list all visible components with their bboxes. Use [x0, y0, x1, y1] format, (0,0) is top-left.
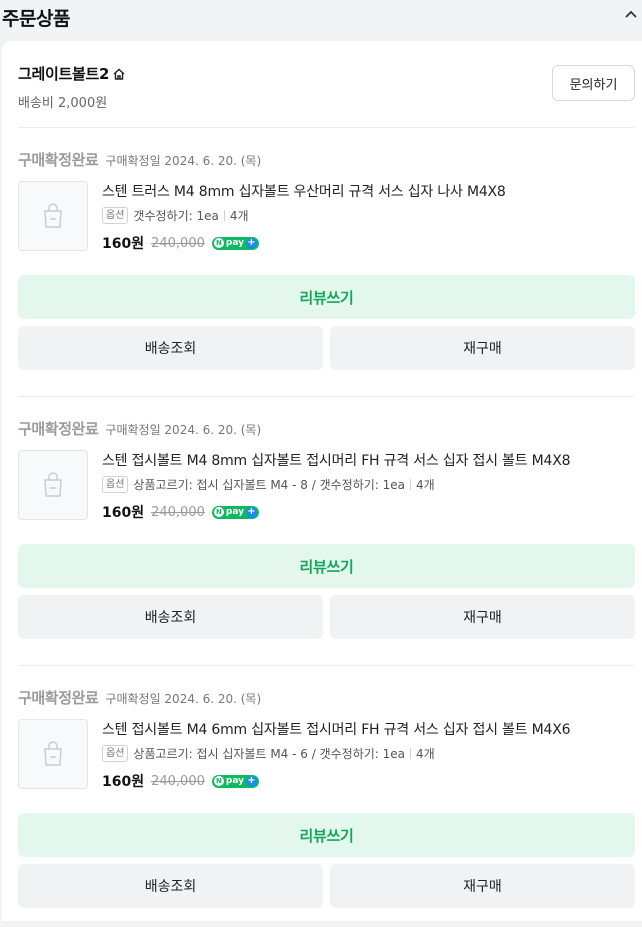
plus-icon: +: [245, 775, 257, 787]
npay-text: pay: [225, 507, 244, 517]
option-badge: 옵션: [102, 476, 129, 493]
option-text: 상품고르기: 접시 십자볼트 M4 - 6 / 갯수정하기: 1ea: [133, 747, 406, 761]
shopping-bag-icon: [44, 203, 62, 228]
npay-n-icon: N: [213, 238, 224, 248]
option-badge: 옵션: [102, 745, 129, 762]
write-review-button[interactable]: 리뷰쓰기: [18, 813, 635, 857]
order-status: 구매확정완료: [18, 151, 99, 169]
rebuy-button[interactable]: 재구매: [330, 326, 635, 370]
price-line: 160원 240,000 N pay +: [102, 233, 259, 253]
option-line: 옵션 갯수정하기: 1ea 4개: [102, 207, 249, 224]
inquiry-button[interactable]: 문의하기: [552, 65, 635, 101]
section-title: 주문상품: [2, 7, 70, 30]
order-status: 구매확정완료: [18, 420, 99, 438]
store-name[interactable]: 그레이트볼트2: [18, 63, 638, 84]
order-status: 구매확정완료: [18, 689, 99, 707]
status-line: 구매확정완료 구매확정일 2024. 6. 20. (목): [18, 687, 261, 707]
divider: [18, 396, 634, 397]
track-delivery-button[interactable]: 배송조회: [18, 326, 323, 370]
option-line: 옵션 상품고르기: 접시 십자볼트 M4 - 8 / 갯수정하기: 1ea 4개: [102, 476, 435, 493]
option-separator: [410, 748, 412, 759]
original-price: 240,000: [151, 773, 205, 789]
plus-icon: +: [245, 237, 257, 249]
option-line: 옵션 상품고르기: 접시 십자볼트 M4 - 6 / 갯수정하기: 1ea 4개: [102, 745, 435, 762]
option-badge: 옵션: [102, 207, 129, 224]
price-line: 160원 240,000 N pay +: [102, 502, 259, 522]
option-text: 갯수정하기: 1ea: [133, 209, 219, 223]
divider: [18, 127, 634, 128]
npay-n-icon: N: [213, 776, 224, 786]
confirm-date: 구매확정일 2024. 6. 20. (목): [105, 692, 262, 706]
shopping-bag-icon: [44, 741, 62, 766]
product-thumbnail[interactable]: [18, 450, 88, 520]
shopping-bag-icon: [44, 472, 62, 497]
npay-plus-badge: N pay +: [211, 236, 259, 250]
order-item: 구매확정완료 구매확정일 2024. 6. 20. (목) 스텐 접시볼트 M4…: [18, 418, 638, 658]
status-line: 구매확정완료 구매확정일 2024. 6. 20. (목): [18, 418, 261, 438]
section-header: 주문상품: [0, 0, 642, 34]
write-review-button[interactable]: 리뷰쓰기: [18, 544, 635, 588]
store-name-label: 그레이트볼트2: [18, 65, 110, 83]
chevron-up-icon[interactable]: [624, 7, 638, 21]
price: 160원: [102, 774, 145, 790]
rebuy-button[interactable]: 재구매: [330, 864, 635, 908]
write-review-button[interactable]: 리뷰쓰기: [18, 275, 635, 319]
quantity: 4개: [416, 747, 435, 761]
order-card: 그레이트볼트2 배송비 2,000원 문의하기 구매확정완료 구매확정일 202…: [2, 41, 642, 921]
confirm-date: 구매확정일 2024. 6. 20. (목): [105, 154, 262, 168]
option-separator: [223, 210, 225, 221]
confirm-date: 구매확정일 2024. 6. 20. (목): [105, 423, 262, 437]
product-name[interactable]: 스텐 트러스 M4 8mm 십자볼트 우산머리 규격 서스 십자 나사 M4X8: [102, 181, 622, 201]
npay-text: pay: [225, 238, 244, 248]
quantity: 4개: [229, 209, 249, 223]
status-line: 구매확정완료 구매확정일 2024. 6. 20. (목): [18, 149, 261, 169]
home-icon: [113, 68, 125, 80]
product-name[interactable]: 스텐 접시볼트 M4 6mm 십자볼트 접시머리 FH 규격 서스 십자 접시 …: [102, 719, 622, 739]
order-item: 구매확정완료 구매확정일 2024. 6. 20. (목) 스텐 접시볼트 M4…: [18, 687, 638, 927]
original-price: 240,000: [151, 504, 205, 520]
npay-n-icon: N: [213, 507, 224, 517]
original-price: 240,000: [151, 235, 205, 251]
price: 160원: [102, 236, 145, 252]
store-info: 그레이트볼트2 배송비 2,000원: [18, 63, 638, 111]
rebuy-button[interactable]: 재구매: [330, 595, 635, 639]
plus-icon: +: [245, 506, 257, 518]
product-thumbnail[interactable]: [18, 181, 88, 251]
track-delivery-button[interactable]: 배송조회: [18, 864, 323, 908]
order-item: 구매확정완료 구매확정일 2024. 6. 20. (목) 스텐 트러스 M4 …: [18, 149, 638, 389]
divider: [18, 665, 634, 666]
track-delivery-button[interactable]: 배송조회: [18, 595, 323, 639]
product-name[interactable]: 스텐 접시볼트 M4 8mm 십자볼트 접시머리 FH 규격 서스 십자 접시 …: [102, 450, 622, 470]
quantity: 4개: [416, 478, 435, 492]
price-line: 160원 240,000 N pay +: [102, 771, 259, 791]
option-separator: [410, 479, 412, 490]
price: 160원: [102, 505, 145, 521]
shipping-fee: 배송비 2,000원: [18, 96, 108, 111]
npay-plus-badge: N pay +: [211, 505, 259, 519]
option-text: 상품고르기: 접시 십자볼트 M4 - 8 / 갯수정하기: 1ea: [133, 478, 406, 492]
product-thumbnail[interactable]: [18, 719, 88, 789]
npay-text: pay: [225, 776, 244, 786]
npay-plus-badge: N pay +: [211, 774, 259, 788]
